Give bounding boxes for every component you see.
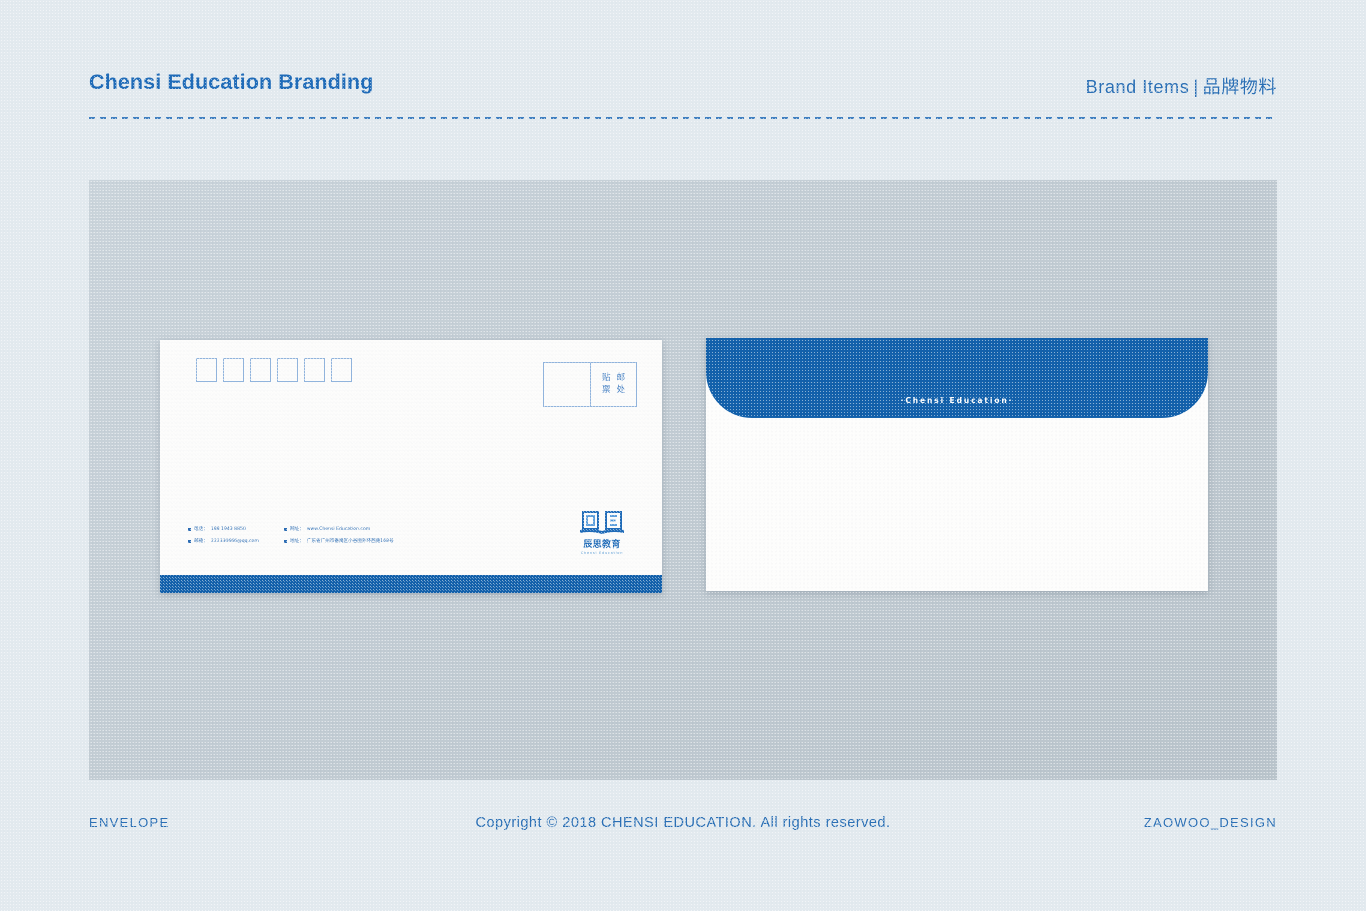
contact-phone-value: 188 1943 8850 (210, 527, 246, 532)
postal-code-box (304, 358, 325, 382)
postal-code-box (250, 358, 271, 382)
mockup-stage: 贴 邮 票 处 电话： 188 1943 8850 网址： www.Chensi… (89, 180, 1277, 780)
page-footer: ENVELOPE Copyright © 2018 CHENSI EDUCATI… (89, 815, 1277, 839)
contact-email: 邮箱： 222330666@qq.com (188, 538, 284, 545)
contact-phone-label: 电话： (194, 527, 208, 532)
contact-info-block: 电话： 188 1943 8850 网址： www.Chensi Educati… (188, 526, 394, 545)
postal-code-boxes (196, 358, 352, 382)
contact-email-label: 邮箱： (194, 539, 208, 544)
header-divider: | (1193, 77, 1199, 97)
bullet-icon (284, 528, 287, 531)
open-book-ce-logo-icon (580, 511, 624, 534)
contact-website-label: 网址： (290, 527, 304, 532)
header-section-label: Brand Items | 品牌物料 (1086, 73, 1277, 99)
envelope-front-mockup: 贴 邮 票 处 电话： 188 1943 8850 网址： www.Chensi… (160, 340, 662, 593)
stamp-label-char-3: 票 (601, 385, 611, 395)
footer-copyright: Copyright © 2018 CHENSI EDUCATION. All r… (475, 815, 891, 831)
contact-address-value: 广东省广州市番禺区小谷围外环西路168号 (306, 539, 394, 544)
page-title: Chensi Education Branding (89, 70, 374, 94)
stamp-label-char-1: 贴 (601, 373, 611, 383)
footer-studio-credit: ZAOWOO_DESIGN (1143, 815, 1277, 830)
stamp-blank-area (544, 363, 590, 406)
contact-address: 地址： 广东省广州市番禺区小谷围外环西路168号 (284, 538, 394, 545)
contact-website-value: www.Chensi Education.com (306, 527, 371, 532)
page-header: Chensi Education Branding Brand Items | 品牌… (89, 70, 1277, 122)
bullet-icon (188, 528, 191, 531)
postal-code-box (277, 358, 298, 382)
envelope-flap: ·Chensi Education· (706, 338, 1208, 418)
brand-name-cn: 辰思教育 (583, 540, 621, 550)
contact-website: 网址： www.Chensi Education.com (284, 526, 394, 533)
envelope-back-mockup: ·Chensi Education· (706, 338, 1208, 591)
stamp-placement-box: 贴 邮 票 处 (543, 362, 637, 407)
postal-code-box (196, 358, 217, 382)
header-section-label-en: Brand Items (1085, 77, 1190, 97)
stamp-label-char-2: 邮 (616, 373, 626, 383)
contact-phone: 电话： 188 1943 8850 (188, 526, 284, 533)
brand-name-en: Chensi Education (580, 551, 624, 555)
stamp-label-char-4: 处 (616, 385, 626, 395)
contact-email-value: 222330666@qq.com (210, 539, 259, 544)
bullet-icon (284, 540, 287, 543)
postal-code-box (223, 358, 244, 382)
stamp-label-area: 贴 邮 票 处 (590, 363, 636, 406)
header-section-label-cn: 品牌物料 (1202, 77, 1277, 97)
header-dashed-rule (89, 117, 1277, 119)
contact-address-label: 地址： (290, 539, 304, 544)
envelope-bottom-accent-bar (160, 575, 662, 593)
postal-code-box (331, 358, 352, 382)
flap-brand-text: ·Chensi Education· (900, 396, 1014, 405)
brand-logo: 辰思教育 Chensi Education (574, 508, 630, 555)
bullet-icon (188, 540, 191, 543)
